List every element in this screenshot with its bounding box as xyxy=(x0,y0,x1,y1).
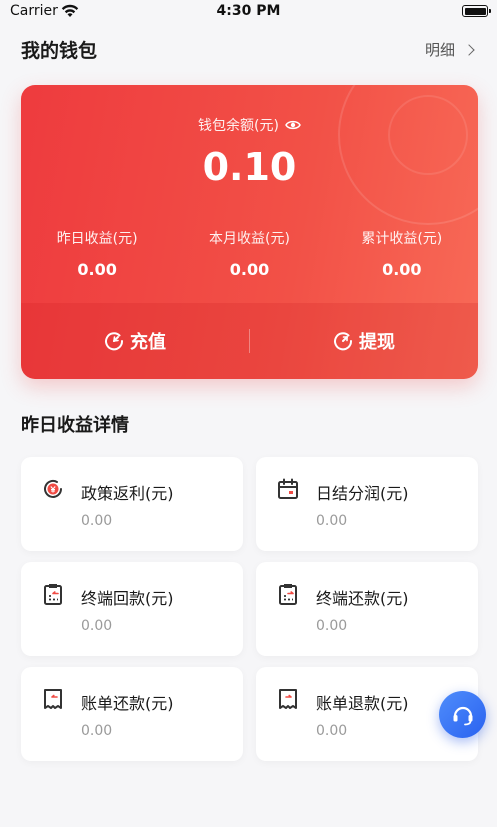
calendar-icon xyxy=(278,478,298,499)
chevron-right-icon xyxy=(463,43,475,56)
stat-label: 本月收益(元) xyxy=(209,231,290,247)
tile-label: 终端回款(元) xyxy=(81,589,174,608)
tile-bill-repay[interactable]: 账单还款(元) 0.00 xyxy=(21,667,243,761)
tile-value: 0.00 xyxy=(316,723,348,739)
earnings-stats: 昨日收益(元) 0.00 本月收益(元) 0.00 累计收益(元) 0.00 xyxy=(21,228,478,279)
balance-label-row: 钱包余额(元) xyxy=(21,115,478,135)
stat-yesterday: 昨日收益(元) 0.00 xyxy=(21,228,173,279)
page-header: 我的钱包 明细 xyxy=(0,24,497,74)
stat-this-month: 本月收益(元) 0.00 xyxy=(173,228,325,279)
recharge-button[interactable]: 充值 xyxy=(21,328,249,354)
customer-service-button[interactable] xyxy=(439,691,486,738)
tile-value: 0.00 xyxy=(81,513,113,529)
tile-label: 日结分润(元) xyxy=(316,484,409,503)
stat-label: 累计收益(元) xyxy=(361,231,443,247)
section-title: 昨日收益详情 xyxy=(21,415,129,436)
tile-value: 0.00 xyxy=(316,513,348,529)
tile-label: 政策返利(元) xyxy=(81,484,174,503)
eye-icon[interactable] xyxy=(285,119,301,131)
tile-label: 账单还款(元) xyxy=(81,694,174,713)
terminal-repay-icon xyxy=(279,584,297,605)
detail-link[interactable]: 明细 xyxy=(424,39,475,60)
rebate-icon xyxy=(44,479,62,498)
detail-link-label: 明细 xyxy=(424,41,455,59)
bill-refund-icon xyxy=(279,689,297,709)
battery-icon xyxy=(462,5,491,17)
stat-value: 0.00 xyxy=(229,260,270,279)
withdraw-button[interactable]: 提现 xyxy=(250,328,478,354)
tile-policy-rebate[interactable]: 政策返利(元) 0.00 xyxy=(21,457,243,551)
status-bar: Carrier 4:30 PM xyxy=(0,0,497,24)
recharge-label: 充值 xyxy=(130,332,166,353)
stat-value: 0.00 xyxy=(77,260,117,279)
headset-icon xyxy=(453,706,472,725)
tile-label: 账单退款(元) xyxy=(316,694,409,713)
tile-daily-profit[interactable]: 日结分润(元) 0.00 xyxy=(256,457,478,551)
clock: 4:30 PM xyxy=(216,3,281,19)
tile-label: 终端还款(元) xyxy=(316,589,409,608)
card-actions: 充值 提现 xyxy=(21,303,478,379)
tile-value: 0.00 xyxy=(81,618,113,634)
tile-value: 0.00 xyxy=(81,723,113,739)
balance-label: 钱包余额(元) xyxy=(198,118,279,134)
stat-value: 0.00 xyxy=(382,260,422,279)
page-title: 我的钱包 xyxy=(21,40,98,62)
recharge-icon xyxy=(105,332,124,351)
bill-repay-icon xyxy=(44,689,62,709)
tile-terminal-return[interactable]: 终端回款(元) 0.00 xyxy=(21,562,243,656)
withdraw-label: 提现 xyxy=(359,332,395,353)
tile-terminal-repay[interactable]: 终端还款(元) 0.00 xyxy=(256,562,478,656)
tile-value: 0.00 xyxy=(316,618,348,634)
stat-total: 累计收益(元) 0.00 xyxy=(326,228,478,279)
withdraw-icon xyxy=(334,332,353,351)
stat-label: 昨日收益(元) xyxy=(56,231,138,247)
balance-value: 0.10 xyxy=(202,145,297,189)
wallet-card: 钱包余额(元) 0.10 昨日收益(元) 0.00 本月收益(元) 0.00 累… xyxy=(21,85,478,379)
terminal-return-icon xyxy=(44,584,62,605)
